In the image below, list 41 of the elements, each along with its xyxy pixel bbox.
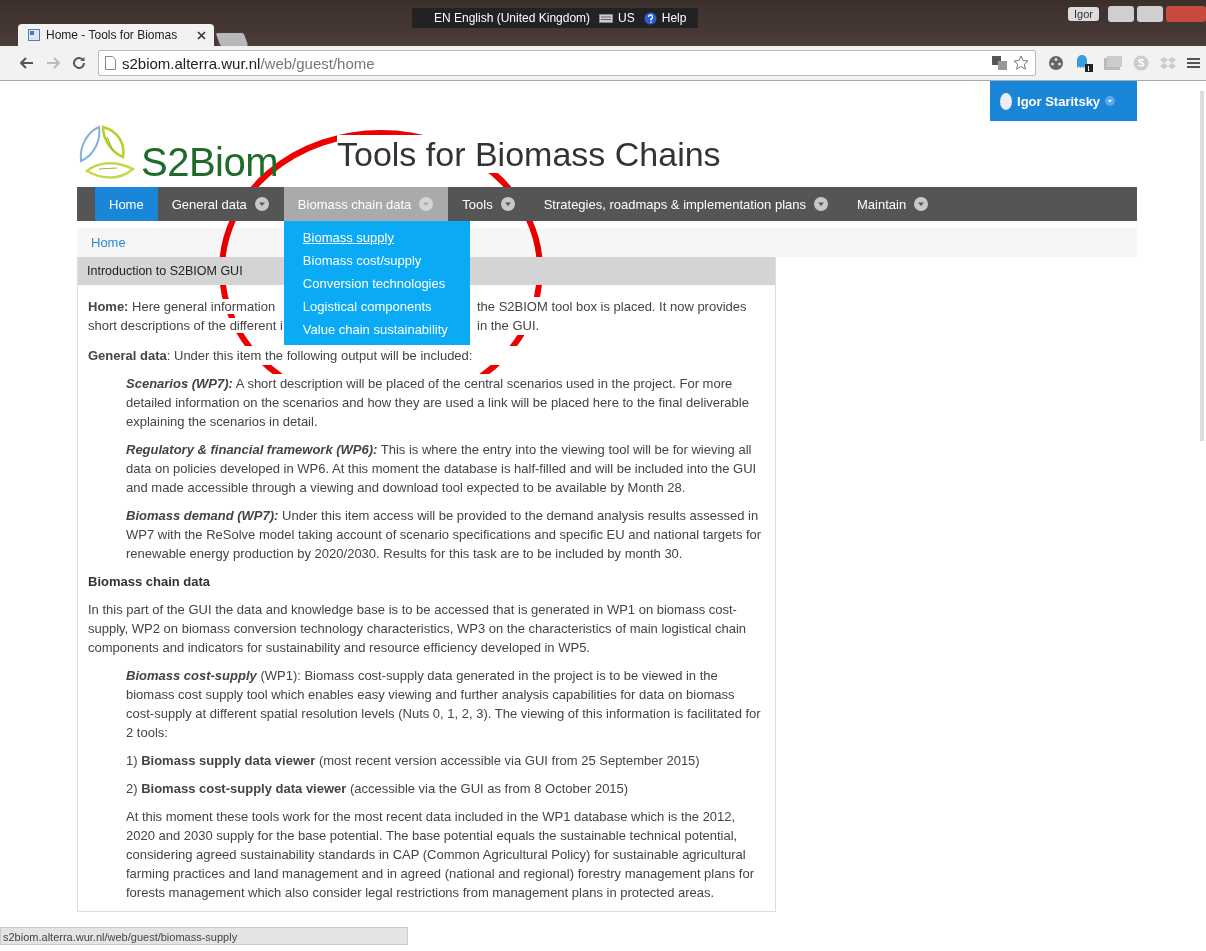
close-icon[interactable] bbox=[197, 30, 206, 40]
page-icon bbox=[28, 29, 40, 41]
nav-item[interactable]: Tools bbox=[448, 187, 530, 221]
ghost-icon[interactable] bbox=[1075, 54, 1093, 72]
user-menu-button[interactable]: Igor Staritsky bbox=[990, 81, 1137, 121]
nav-item[interactable]: General data bbox=[157, 187, 284, 221]
caret-icon bbox=[814, 197, 828, 211]
caret-icon bbox=[500, 197, 515, 211]
menu-icon[interactable] bbox=[1187, 57, 1200, 69]
paragraph-text: Home: Here general information bbox=[88, 299, 276, 314]
profile-button[interactable]: Igor bbox=[1068, 7, 1099, 21]
site-title: Tools for Biomass Chains bbox=[337, 135, 721, 173]
paragraph-text: the S2BIOM tool box is placed. It now provides bbox=[477, 297, 747, 316]
address-field[interactable]: s2biom.alterra.wur.nl/web/guest/home bbox=[98, 50, 1036, 76]
nav-item[interactable]: Strategies, roadmaps & implementation plans bbox=[529, 187, 843, 221]
language-label[interactable]: EN English (United Kingdom) bbox=[434, 11, 591, 25]
breadcrumb-link[interactable]: Home bbox=[91, 235, 126, 250]
star-icon[interactable] bbox=[1013, 55, 1029, 71]
translate-icon[interactable] bbox=[992, 56, 1007, 70]
avatar-icon bbox=[1000, 92, 1012, 110]
paragraph-text: short descriptions of the different i bbox=[88, 318, 283, 333]
film-reel-icon[interactable] bbox=[1048, 55, 1064, 71]
page-icon bbox=[105, 56, 116, 70]
back-icon[interactable] bbox=[20, 57, 34, 69]
site-logo: S2Biom bbox=[141, 140, 279, 185]
caret-icon bbox=[254, 197, 269, 211]
caret-icon bbox=[419, 197, 434, 211]
keyboard-label[interactable]: US bbox=[618, 11, 635, 25]
browser-tab[interactable]: Home - Tools for Biomas bbox=[18, 24, 214, 46]
reload-icon[interactable] bbox=[72, 56, 86, 70]
keyboard-icon bbox=[599, 13, 614, 23]
nav-item[interactable]: Home bbox=[95, 187, 158, 221]
caret-icon bbox=[914, 197, 929, 211]
new-tab-button[interactable] bbox=[215, 33, 249, 46]
help-label[interactable]: Help bbox=[661, 11, 687, 25]
status-url: s2biom.alterra.wur.nl/web/guest/biomass-supply bbox=[0, 927, 408, 945]
caret-icon bbox=[1105, 94, 1115, 108]
help-icon bbox=[643, 11, 657, 25]
scrollbar[interactable] bbox=[1200, 91, 1204, 441]
nav-item[interactable]: Maintain bbox=[843, 187, 944, 221]
paragraph-text: in the GUI. bbox=[477, 316, 540, 335]
